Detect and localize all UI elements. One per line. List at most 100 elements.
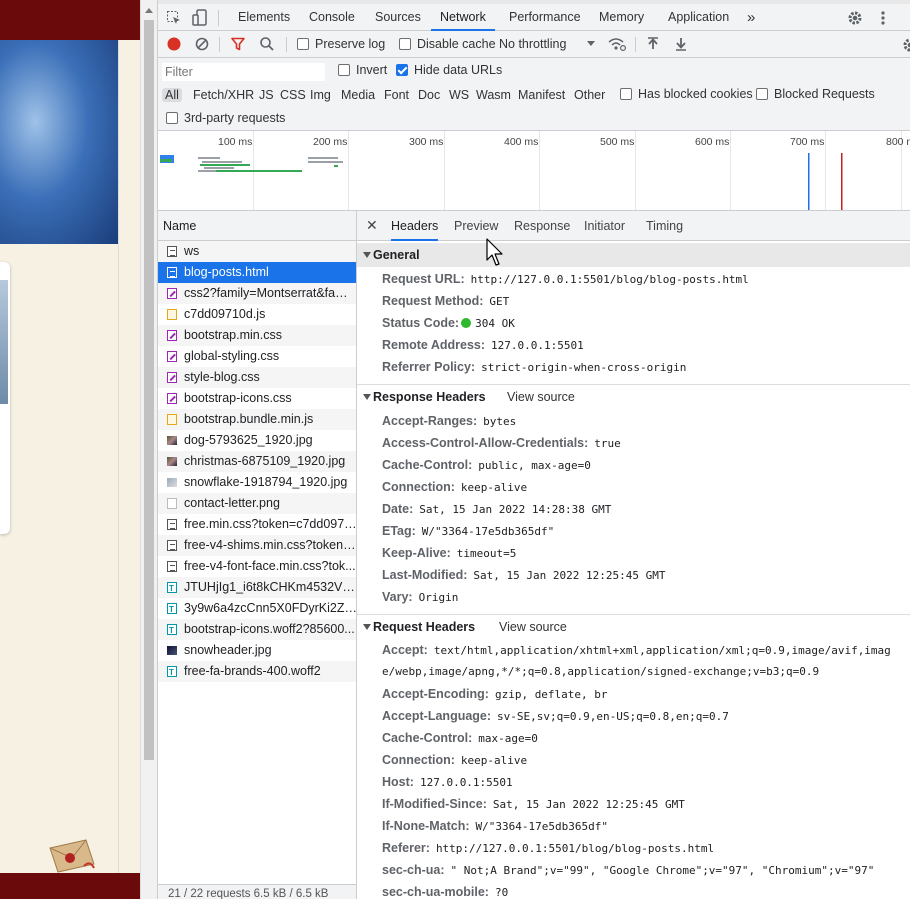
table-row[interactable]: bootstrap.min.css — [158, 325, 356, 346]
type-filter-all[interactable]: All — [162, 88, 182, 102]
collapse-triangle-icon — [363, 394, 371, 400]
table-row[interactable]: dog-5793625_1920.jpg — [158, 430, 356, 451]
type-filter-doc[interactable]: Doc — [418, 88, 440, 102]
hide-data-urls-checkbox[interactable] — [396, 64, 408, 76]
css-file-icon — [167, 393, 177, 404]
network-conditions-icon[interactable] — [608, 37, 626, 51]
doc-file-icon — [167, 246, 177, 257]
header-key: Request Method: — [382, 294, 484, 308]
header-row: If-None-Match: W/"3364-17e5db365df" — [382, 815, 910, 838]
preserve-log-checkbox[interactable] — [297, 38, 309, 50]
close-details-icon[interactable]: ✕ — [366, 211, 378, 239]
invert-checkbox[interactable] — [338, 64, 350, 76]
clear-icon[interactable] — [195, 37, 209, 51]
tab-network[interactable]: Network — [431, 4, 495, 31]
header-value: Sat, 15 Jan 2022 12:25:45 GMT — [473, 569, 666, 582]
table-row[interactable]: free-v4-shims.min.css?token=... — [158, 535, 357, 556]
table-row[interactable]: free-fa-brands-400.woff2 — [158, 661, 356, 682]
table-row[interactable]: snowflake-1918794_1920.jpg — [158, 472, 356, 493]
table-row[interactable]: free-v4-font-face.min.css?tok... — [158, 556, 356, 577]
more-tabs-button[interactable]: » — [747, 4, 755, 31]
request-name: blog-posts.html — [184, 265, 269, 279]
type-filter-media[interactable]: Media — [341, 88, 375, 102]
type-filter-wasm[interactable]: Wasm — [476, 88, 511, 102]
table-row[interactable]: bootstrap-icons.woff2?85600... — [158, 619, 356, 640]
request-name: 3y9w6a4zcCnn5X0FDyrKi2ZR... — [184, 601, 357, 615]
response-headers-section-header[interactable]: Response Headers View source — [357, 384, 910, 408]
general-section-header[interactable]: General — [357, 243, 910, 267]
table-row[interactable]: free.min.css?token=c7dd0971... — [158, 514, 356, 535]
request-name: snowflake-1918794_1920.jpg — [184, 475, 348, 489]
header-key: Last-Modified: — [382, 568, 468, 582]
settings-gear-icon[interactable] — [847, 10, 863, 26]
tab-console[interactable]: Console — [309, 4, 355, 31]
header-key: Access-Control-Allow-Credentials: — [382, 436, 589, 450]
details-tab-response[interactable]: Response — [514, 211, 570, 241]
throttling-select[interactable]: No throttling — [499, 37, 566, 51]
type-filter-font[interactable]: Font — [384, 88, 409, 102]
disable-cache-checkbox[interactable] — [399, 38, 411, 50]
collapse-triangle-icon — [363, 624, 371, 630]
table-row[interactable]: ws — [158, 241, 356, 262]
details-tab-preview[interactable]: Preview — [454, 211, 498, 241]
dropdown-arrow-icon[interactable] — [587, 41, 595, 47]
header-row: Vary: Origin — [382, 586, 910, 609]
search-icon[interactable] — [259, 36, 275, 52]
filter-funnel-icon[interactable] — [231, 37, 245, 51]
column-header-name[interactable]: Name — [158, 211, 356, 241]
type-filter-js[interactable]: JS — [259, 88, 274, 102]
tab-application[interactable]: Application — [668, 4, 729, 31]
details-tab-headers[interactable]: Headers — [391, 211, 439, 241]
table-row[interactable]: contact-letter.png — [158, 493, 356, 514]
network-overview-timeline[interactable]: 100 ms 200 ms 300 ms 400 ms 500 ms 600 m… — [158, 131, 910, 211]
tab-memory[interactable]: Memory — [599, 4, 644, 31]
table-row[interactable]: JTUHjIg1_i6t8kCHKm4532VJO... — [158, 577, 356, 598]
table-row[interactable]: christmas-6875109_1920.jpg — [158, 451, 356, 472]
network-settings-gear-icon[interactable] — [902, 37, 910, 53]
scroll-up-arrow-icon[interactable] — [145, 8, 153, 13]
request-summary: 21 / 22 requests 6.5 kB / 6.5 kB — [158, 884, 356, 899]
inspect-element-icon[interactable] — [166, 10, 182, 26]
general-row: Request URL: http://127.0.0.1:5501/blog/b… — [382, 268, 910, 291]
type-filter-css[interactable]: CSS — [280, 88, 306, 102]
header-value: strict-origin-when-cross-origin — [481, 361, 687, 374]
header-row: Last-Modified: Sat, 15 Jan 2022 12:25:45 … — [382, 564, 910, 587]
details-tab-initiator[interactable]: Initiator — [584, 211, 625, 241]
tab-sources[interactable]: Sources — [375, 4, 421, 31]
blocked-requests-checkbox[interactable] — [756, 88, 768, 100]
type-filter-img[interactable]: Img — [310, 88, 331, 102]
table-row[interactable]: c7dd09710d.js — [158, 304, 356, 325]
third-party-checkbox[interactable] — [166, 112, 178, 124]
has-blocked-cookies-checkbox[interactable] — [620, 88, 632, 100]
type-filter-fetch-xhr[interactable]: Fetch/XHR — [193, 88, 254, 102]
table-row[interactable]: bootstrap-icons.css — [158, 388, 356, 409]
response-view-source-link[interactable]: View source — [507, 385, 575, 409]
details-tab-timing[interactable]: Timing — [646, 211, 683, 241]
table-row-selected[interactable]: blog-posts.html — [158, 262, 356, 283]
type-filter-ws[interactable]: WS — [449, 88, 469, 102]
export-har-icon[interactable] — [674, 37, 688, 51]
tab-elements[interactable]: Elements — [238, 4, 290, 31]
record-icon[interactable] — [167, 37, 181, 51]
tab-performance[interactable]: Performance — [509, 4, 581, 31]
table-row[interactable]: global-styling.css — [158, 346, 356, 367]
request-headers-section-header[interactable]: Request Headers View source — [357, 614, 910, 638]
network-toolbar: Preserve log Disable cache No throttling — [158, 31, 910, 58]
kebab-menu-icon[interactable] — [880, 10, 886, 26]
table-row[interactable]: css2?family=Montserrat&family=... — [158, 283, 356, 304]
request-name: free-v4-shims.min.css?token=... — [184, 538, 357, 552]
header-value: bytes — [483, 415, 517, 428]
type-filter-manifest[interactable]: Manifest — [518, 88, 565, 102]
request-view-source-link[interactable]: View source — [499, 615, 567, 639]
table-row[interactable]: 3y9w6a4zcCnn5X0FDyrKi2ZR... — [158, 598, 357, 619]
table-row[interactable]: bootstrap.bundle.min.js — [158, 409, 356, 430]
import-har-icon[interactable] — [646, 37, 660, 51]
contact-letter-icon[interactable] — [48, 838, 98, 876]
type-filter-other[interactable]: Other — [574, 88, 605, 102]
table-row[interactable]: style-blog.css — [158, 367, 356, 388]
page-scrollbar[interactable] — [140, 0, 157, 899]
filter-input[interactable] — [162, 63, 325, 81]
table-row[interactable]: snowheader.jpg — [158, 640, 356, 661]
page-scrollbar-thumb[interactable] — [144, 20, 154, 760]
device-toolbar-icon[interactable] — [192, 9, 208, 27]
